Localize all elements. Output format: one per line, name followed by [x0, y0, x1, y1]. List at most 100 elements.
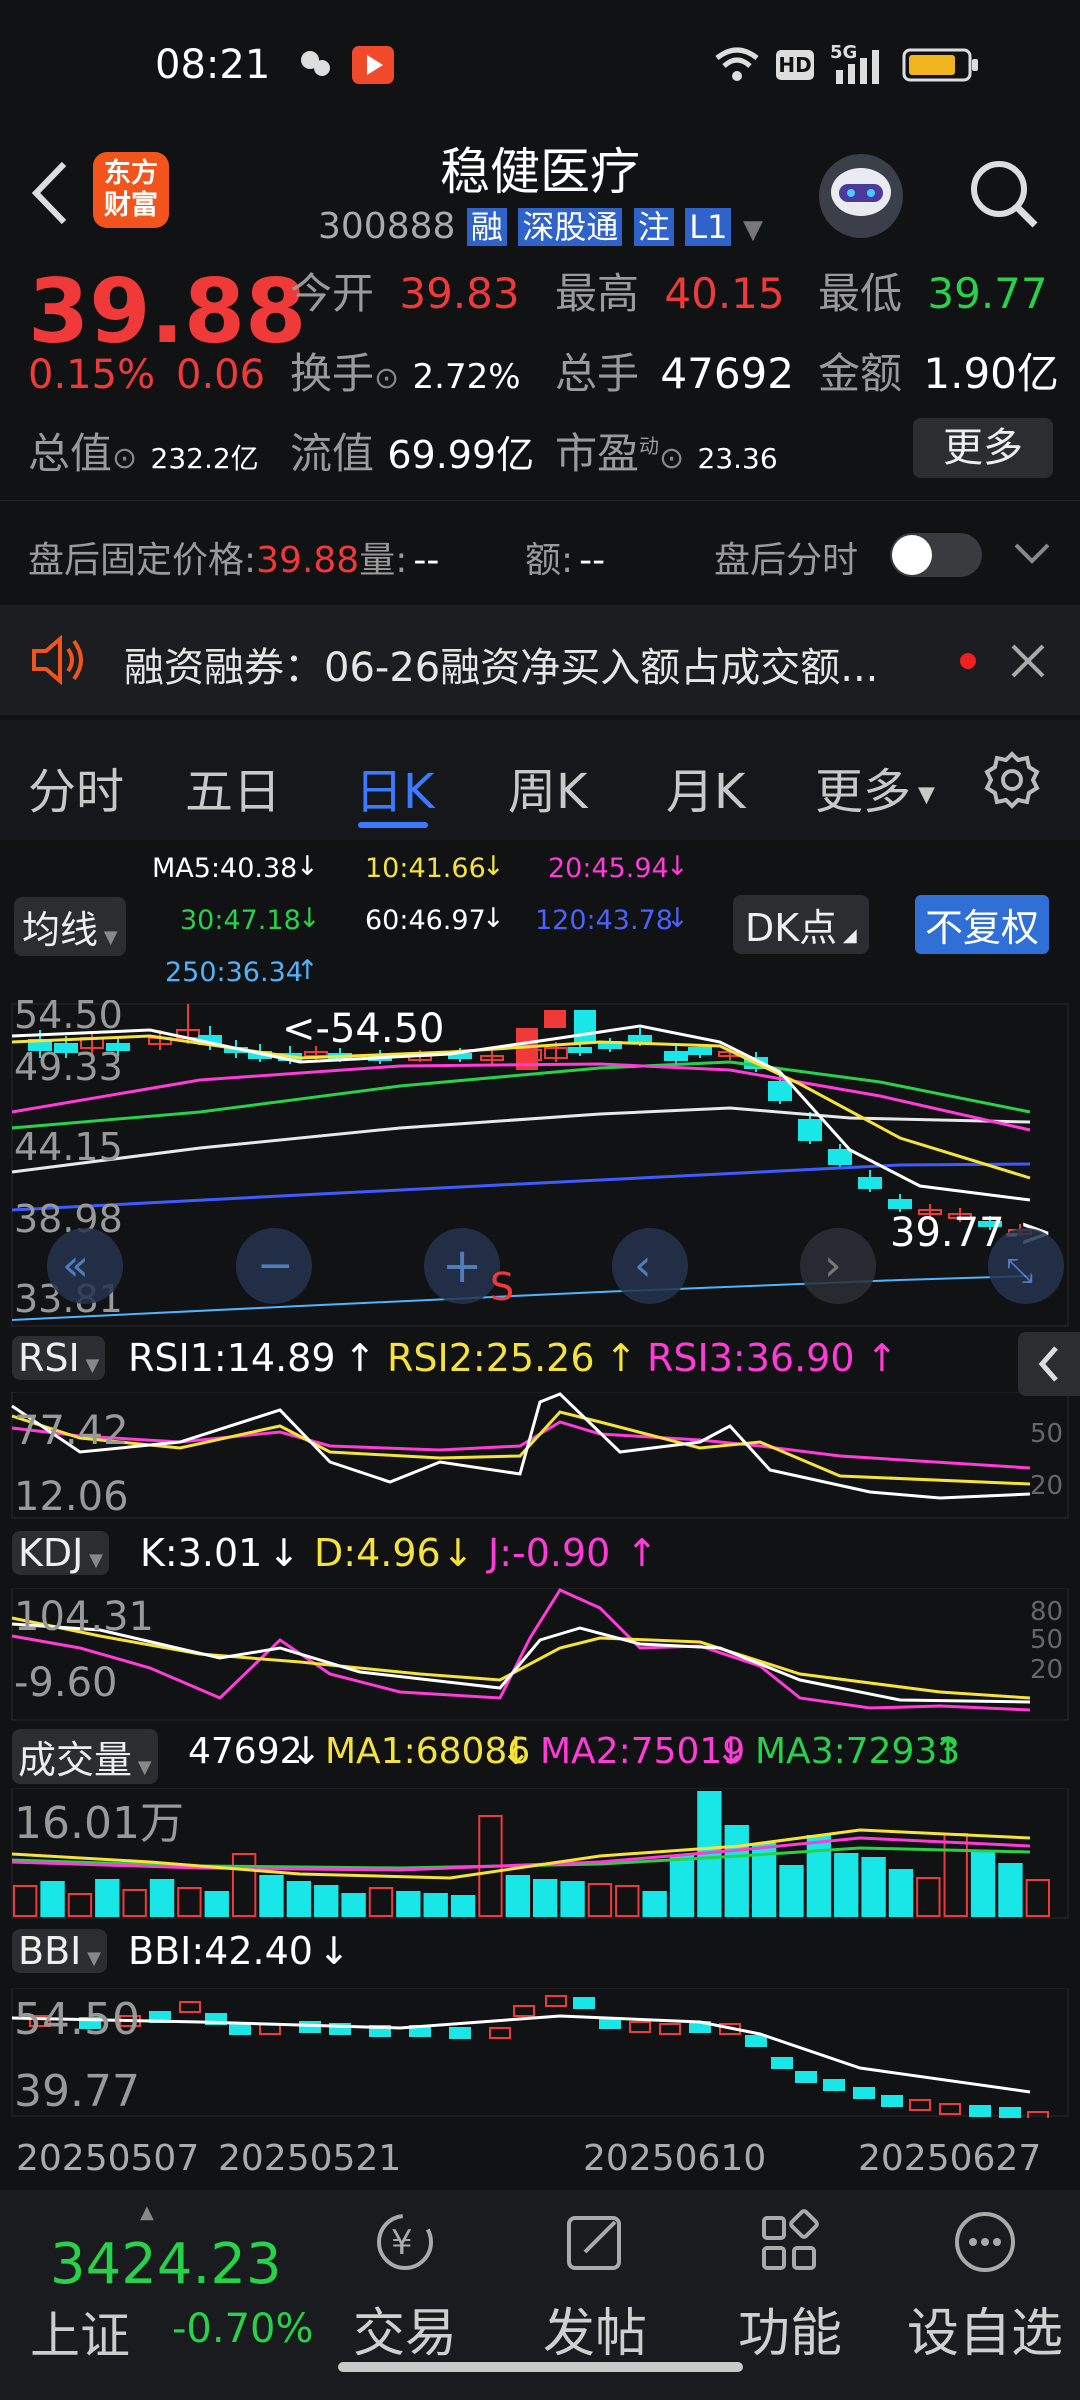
bbi-y-top: 54.50 [14, 1994, 140, 2045]
kdj-j-value: J:-0.90 [488, 1531, 611, 1575]
bbi-selector-label: BBI [18, 1929, 82, 1973]
chevron-right-icon: › [824, 1240, 842, 1291]
nav-trade[interactable]: ¥ 交易 [345, 2208, 465, 2366]
collapse-panel-button[interactable] [1018, 1332, 1080, 1396]
search-icon[interactable] [965, 155, 1045, 235]
caret-down-icon: ▼ [83, 1550, 103, 1571]
status-bar: 08:21 HD 5G [0, 0, 1080, 130]
after-hours-toggle-label: 盘后分时 [714, 540, 859, 581]
open-value: 39.83 [399, 269, 520, 318]
nav-watchlist[interactable]: 设自选 [900, 2208, 1070, 2366]
low-row: 最低 39.77 [818, 260, 1048, 321]
candle-body [888, 1199, 912, 1209]
candle-body [828, 1149, 852, 1165]
kdj-level-20: 20 [1030, 1655, 1063, 1685]
change-percent: 0.15% [28, 352, 156, 398]
change-value: 0.06 [176, 352, 266, 398]
bbi-candle [229, 2023, 251, 2035]
stock-code-row[interactable]: 300888 融 深股通 注 L1 ▼ [318, 202, 763, 252]
hd-badge: HD [776, 50, 814, 80]
badge-connect: 深股通 [518, 208, 623, 246]
chevron-down-icon[interactable] [1012, 539, 1052, 569]
chevron-down-icon: ▼ [742, 215, 763, 245]
turnover-value: 2.72% [412, 357, 521, 397]
svg-text:¥: ¥ [391, 2223, 413, 2263]
bottom-nav: ▲ 3424.23 上证 -0.70% ¥ 交易 发帖 功能 设自选 [0, 2190, 1080, 2400]
bbi-candle [823, 2079, 845, 2091]
nav-post[interactable]: 发帖 [535, 2208, 655, 2366]
index-ticker[interactable]: ▲ 3424.23 上证 -0.70% [30, 2202, 330, 2365]
volume-bar [834, 1853, 859, 1917]
date-axis: 20250507 20250521 20250610 20250627 [0, 2118, 1080, 2188]
robot-avatar-icon[interactable] [815, 150, 907, 242]
tab-monthly-k[interactable]: 月K [666, 752, 745, 822]
caret-up-icon: ▲ [140, 2202, 154, 2223]
ma60-arrow: ↓ [482, 903, 505, 934]
tab-more[interactable]: 更多 ▼ [815, 752, 935, 822]
ma5-value: MA5:40.38 [152, 853, 298, 884]
ma-selector[interactable]: 均线 ▼ [14, 897, 126, 956]
tab-five-day[interactable]: 五日 [185, 752, 281, 822]
notification-icon [298, 48, 334, 80]
ma20-arrow: ↓ [666, 851, 689, 882]
kdj-selector[interactable]: KDJ ▼ [12, 1531, 109, 1575]
volume-y-label: 16.01万 [14, 1798, 184, 1849]
more-button[interactable]: 更多 [913, 418, 1053, 478]
close-icon[interactable] [1010, 643, 1046, 679]
ma250-value: 250:36.34 [165, 957, 303, 988]
info-icon[interactable]: ⊙ [374, 361, 399, 396]
svg-text:5G: 5G [830, 42, 857, 63]
kdj-j-arrow: ↑ [626, 1531, 658, 1575]
badge-margin: 融 [466, 208, 507, 246]
caret-down-icon: ▼ [911, 782, 935, 808]
volume-chart: 16.01万 [11, 1788, 1069, 1919]
tab-daily-k[interactable]: 日K [355, 752, 434, 822]
bbi-selector[interactable]: BBI ▼ [12, 1929, 107, 1973]
rsi3-value: RSI3:36.90 [647, 1336, 855, 1380]
volume-label: 总手 [555, 349, 640, 398]
volume-bar [724, 1825, 749, 1917]
rsi1-value: RSI1:14.89 [128, 1336, 336, 1380]
ma10-value: 10:41.66 [365, 853, 486, 884]
volume-selector[interactable]: 成交量 ▼ [12, 1729, 158, 1784]
candle-body [544, 1010, 566, 1028]
tab-intraday[interactable]: 分时 [28, 752, 124, 822]
rsi-selector[interactable]: RSI ▼ [12, 1336, 106, 1380]
ma30-value: 30:47.18 [180, 905, 301, 936]
notice-bar[interactable]: 融资融券：06-26融资净买入额占成交额... [0, 605, 1080, 715]
ma20-value: 20:45.94 [548, 853, 669, 884]
volume-ma1-arrow: ↓ [500, 1729, 532, 1773]
index-change: -0.70% [172, 2306, 314, 2352]
bbi-candle [745, 2035, 767, 2047]
tab-weekly-k[interactable]: 周K [508, 752, 587, 822]
kline-chart[interactable]: 54.50 49.33 44.15 38.98 33.81 <-54.50 39… [0, 1000, 1080, 1330]
after-hours-label: 盘后固定价格: [28, 540, 257, 581]
candle-body [628, 1035, 652, 1043]
nav-functions[interactable]: 功能 [730, 2208, 850, 2366]
signal-icon: 5G [830, 40, 890, 86]
bbi-candle [969, 2105, 991, 2117]
y-label-1: 49.33 [14, 1045, 123, 1089]
pe-sup: 动 [639, 434, 660, 458]
ma250-arrow: ↑ [296, 955, 319, 986]
bbi-candle [659, 2023, 681, 2035]
wifi-icon [712, 44, 762, 84]
after-hours-toggle[interactable] [890, 533, 982, 577]
date-label-3: 20250627 [858, 2138, 1042, 2179]
notice-text: 融资融券：06-26融资净买入额占成交额... [124, 645, 879, 691]
bbi-candle [881, 2095, 903, 2107]
candle-body [574, 1010, 596, 1044]
stock-code: 300888 [318, 206, 456, 247]
adjust-button[interactable]: 不复权 [915, 895, 1050, 954]
info-icon[interactable]: ⊙ [112, 441, 137, 476]
volume-ma3-arrow: ↑ [932, 1729, 964, 1773]
dk-point-button[interactable]: DK点 ◢ [733, 895, 869, 954]
info-icon[interactable]: ⊙ [659, 441, 684, 476]
volume-bar [779, 1865, 804, 1917]
rsi2-arrow: ↑ [605, 1336, 637, 1380]
candle-body [858, 1177, 882, 1189]
kdj-d-arrow: ↓ [442, 1531, 474, 1575]
volume-bar [888, 1869, 914, 1917]
ma-selector-label: 均线 [22, 908, 99, 952]
settings-gear-icon[interactable] [980, 748, 1044, 812]
